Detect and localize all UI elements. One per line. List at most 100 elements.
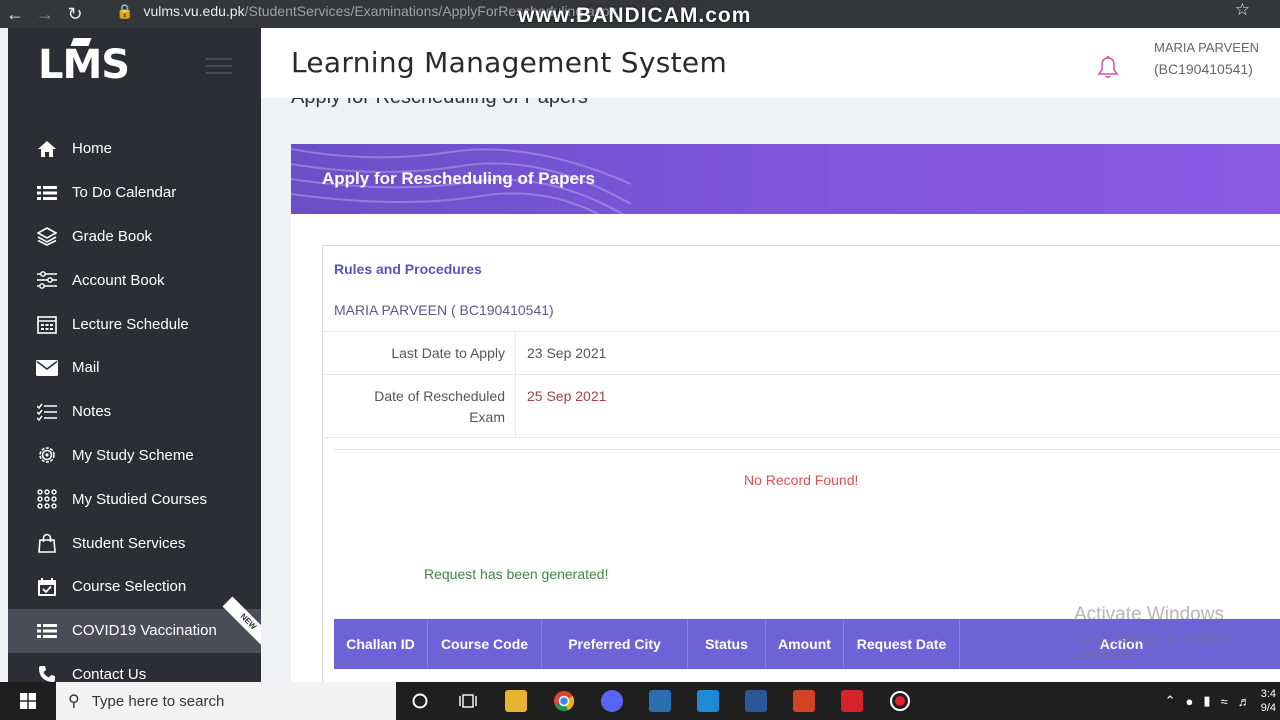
col-request-date[interactable]: Request Date xyxy=(844,619,960,669)
home-icon xyxy=(36,138,58,160)
sidebar-item-label: Home xyxy=(72,140,113,158)
grid-icon xyxy=(36,488,58,510)
chrome-icon[interactable] xyxy=(540,682,588,720)
sidebar-item-label: Course Selection xyxy=(72,578,187,596)
sidebar-item-my-study-scheme[interactable]: My Study Scheme xyxy=(8,434,261,478)
sidebar-item-grade-book[interactable]: Grade Book xyxy=(8,215,261,259)
activate-windows-subtitle: Go to Settings to activate Windows. xyxy=(1074,630,1231,662)
checklist-icon xyxy=(36,401,58,423)
col-course-code[interactable]: Course Code xyxy=(428,619,542,669)
microphone-icon[interactable]: ● xyxy=(1186,694,1194,709)
vscode-icon[interactable] xyxy=(684,682,732,720)
bookmark-star-icon[interactable]: ☆ xyxy=(1235,0,1250,20)
main-content: Apply for Rescheduling of Papers Apply f… xyxy=(261,98,1280,682)
forward-icon[interactable]: → xyxy=(30,0,60,28)
calendar-icon xyxy=(36,313,58,335)
sidebar-item-label: Student Services xyxy=(72,534,186,552)
list-icon xyxy=(36,620,58,642)
activate-windows-title: Activate Windows xyxy=(1074,604,1224,625)
windows-start-icon[interactable] xyxy=(0,682,56,720)
sidebar-item-label: Mail xyxy=(72,359,100,377)
sidebar-item-label: COVID19 Vaccination xyxy=(72,622,217,640)
rescheduled-date-row: Date of Rescheduled Exam 25 Sep 2021 xyxy=(323,374,1280,438)
top-header: Learning Management System MARIA PARVEEN… xyxy=(261,28,1280,98)
gear-icon xyxy=(36,444,58,466)
page-banner: Apply for Rescheduling of Papers xyxy=(291,144,1280,214)
sidebar-item-label: Lecture Schedule xyxy=(72,315,189,333)
divider xyxy=(334,449,1280,450)
last-date-label: Last Date to Apply xyxy=(391,345,505,361)
chevron-up-icon[interactable]: ⌃ xyxy=(1165,693,1176,709)
app-title: Learning Management System xyxy=(291,46,728,79)
powerpoint-icon[interactable] xyxy=(780,682,828,720)
sliders-icon xyxy=(36,269,58,291)
sidebar-item-label: Notes xyxy=(72,403,112,421)
sidebar-item-label: Grade Book xyxy=(72,227,153,245)
browser-toolbar: ← → ↻ 🔒 vulms.vu.edu.pk /StudentServices… xyxy=(0,0,1280,28)
last-date-value: 23 Sep 2021 xyxy=(527,345,607,361)
sidebar-item-label: My Studied Courses xyxy=(72,490,208,508)
wifi-icon[interactable]: ≈ xyxy=(1221,694,1228,709)
rescheduled-date-value: 25 Sep 2021 xyxy=(527,388,607,404)
file-explorer-icon[interactable] xyxy=(492,682,540,720)
sidebar-item-account-book[interactable]: Account Book xyxy=(8,258,261,302)
sidebar-item-student-services[interactable]: Student Services xyxy=(8,521,261,565)
col-status[interactable]: Status xyxy=(688,619,766,669)
task-view-icon[interactable] xyxy=(444,682,492,720)
clock-date: 9/4 xyxy=(1260,702,1276,714)
battery-icon[interactable]: ▮ xyxy=(1203,693,1210,709)
no-record-text: No Record Found! xyxy=(744,472,859,488)
bell-icon[interactable] xyxy=(1097,55,1119,84)
sidebar-item-contact-us[interactable]: Contact Us xyxy=(8,653,261,682)
user-name[interactable]: MARIA PARVEEN xyxy=(1154,40,1259,55)
rules-link[interactable]: Rules and Procedures xyxy=(334,261,482,277)
devcpp-icon[interactable] xyxy=(636,682,684,720)
clock[interactable]: 3:4 9/4 xyxy=(1261,687,1276,715)
sidebar-item-home[interactable]: Home xyxy=(8,127,261,171)
sidebar-item-mail[interactable]: Mail xyxy=(8,346,261,390)
sidebar-item-label: My Study Scheme xyxy=(72,446,194,464)
discord-icon[interactable] xyxy=(588,682,636,720)
acrobat-icon[interactable] xyxy=(828,682,876,720)
rescheduled-date-label: Date of Rescheduled Exam xyxy=(374,388,505,425)
record-icon[interactable] xyxy=(876,682,924,720)
user-id: (BC190410541) xyxy=(1154,61,1253,77)
back-icon[interactable]: ← xyxy=(0,0,30,28)
sidebar-item-lecture-schedule[interactable]: Lecture Schedule xyxy=(8,302,261,346)
sidebar-item-notes[interactable]: Notes xyxy=(8,390,261,434)
reload-icon[interactable]: ↻ xyxy=(60,0,90,28)
sidebar-item-label: To Do Calendar xyxy=(72,184,177,202)
volume-icon[interactable]: ♬ xyxy=(1238,694,1251,709)
sidebar-item-covid19-vaccination[interactable]: COVID19 Vaccination NEW xyxy=(8,596,261,653)
sidebar-item-my-studied-courses[interactable]: My Studied Courses xyxy=(8,477,261,521)
mail-icon xyxy=(36,357,58,379)
calendar-check-icon xyxy=(36,576,58,598)
col-challan-id[interactable]: Challan ID xyxy=(334,619,428,669)
page-heading: Apply for Rescheduling of Papers xyxy=(291,98,588,109)
menu-toggle-icon[interactable] xyxy=(206,58,232,79)
lock-icon: 🔒 xyxy=(116,2,134,19)
sidebar-menu: Home To Do Calendar Grade Book Account B… xyxy=(8,127,261,682)
student-info: MARIA PARVEEN ( BC190410541) xyxy=(334,302,554,318)
banner-title: Apply for Rescheduling of Papers xyxy=(322,169,595,188)
list-icon xyxy=(36,182,58,204)
clock-time: 3:4 xyxy=(1260,688,1276,700)
sidebar-item-label: Contact Us xyxy=(72,665,147,682)
lms-logo[interactable]: LMS xyxy=(38,42,130,88)
taskbar-search[interactable]: ⚲ Type here to search xyxy=(56,682,396,720)
sidebar-item-todo-calendar[interactable]: To Do Calendar xyxy=(8,171,261,215)
cortana-icon[interactable] xyxy=(396,682,444,720)
col-amount[interactable]: Amount xyxy=(766,619,844,669)
taskbar: ⚲ Type here to search ⌃ ● ▮ ≈ ♬ 3:4 9/4 xyxy=(0,682,1280,720)
sidebar-header: LMS xyxy=(8,28,261,98)
phone-icon xyxy=(36,663,58,682)
sidebar: LMS Home To Do Calendar Grade Book Accou… xyxy=(8,28,261,682)
bag-icon xyxy=(36,532,58,554)
sidebar-item-course-selection[interactable]: Course Selection xyxy=(8,565,261,609)
last-date-row: Last Date to Apply 23 Sep 2021 xyxy=(323,331,1280,374)
recorder-watermark: www.BANDICAM.com xyxy=(518,4,752,27)
system-tray: ⌃ ● ▮ ≈ ♬ 3:4 9/4 xyxy=(1165,682,1280,720)
word-icon[interactable] xyxy=(732,682,780,720)
col-preferred-city[interactable]: Preferred City xyxy=(542,619,688,669)
graduation-cap-icon xyxy=(70,38,92,46)
